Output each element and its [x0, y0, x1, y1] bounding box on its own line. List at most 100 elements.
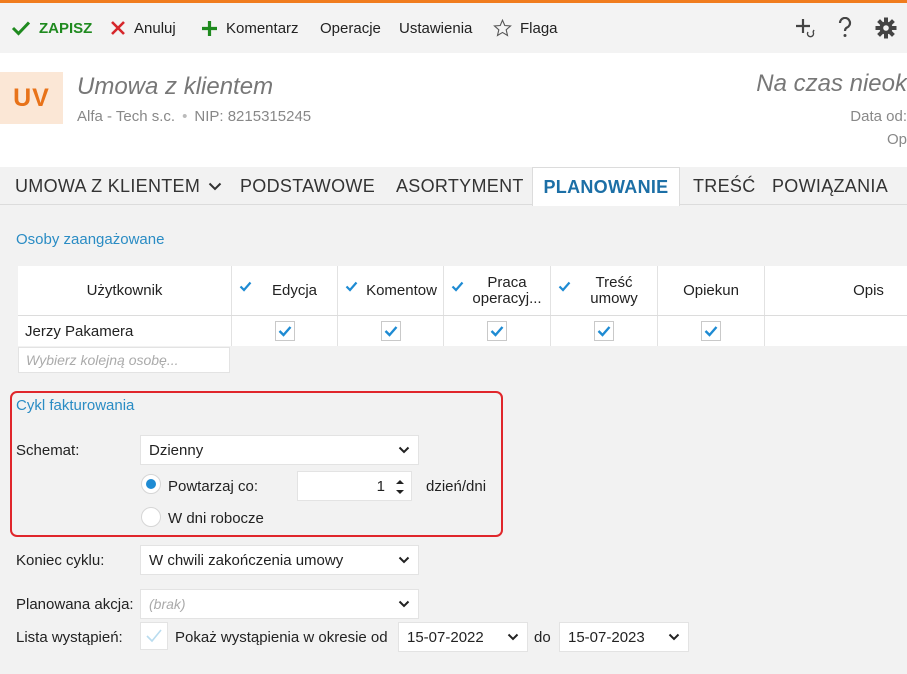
comment-label: Komentarz — [226, 19, 299, 37]
table-row-work-cell — [444, 316, 551, 346]
date-to-value: 15-07-2023 — [568, 628, 645, 646]
repeat-value: 1 — [376, 477, 385, 495]
comment-button[interactable]: Komentarz — [201, 3, 299, 53]
checkmark-icon — [146, 629, 162, 643]
planned-action-value: (brak) — [149, 596, 186, 612]
tab-label: TREŚĆ — [693, 175, 756, 196]
repeat-stepper[interactable]: 1 — [297, 471, 412, 501]
company-nip: NIP: 8215315245 — [194, 108, 312, 125]
tab-contract-with-client[interactable]: UMOWA Z KLIENTEM — [15, 167, 222, 205]
column-header-label: Opiekun — [683, 282, 739, 299]
date-from-select[interactable]: 15-07-2022 — [398, 622, 528, 652]
column-header-label: Użytkownik — [86, 282, 163, 299]
company-name[interactable]: Alfa - Tech s.c. — [77, 108, 175, 125]
column-header-content[interactable]: Treść umowy — [551, 266, 658, 316]
toolbar: ZAPISZ Anuluj Komentarz Operacje Ustawie… — [0, 3, 907, 53]
edit-checkbox[interactable] — [274, 321, 295, 341]
plus-icon — [202, 20, 217, 36]
column-header-comments[interactable]: Komentow — [338, 266, 444, 316]
date-from-value: 15-07-2022 — [407, 628, 484, 646]
column-select-all-content[interactable] — [558, 280, 571, 296]
arrow-down-icon[interactable] — [395, 487, 405, 497]
scheme-value: Dzienny — [149, 441, 204, 459]
save-label: ZAPISZ — [39, 19, 93, 37]
chevron-down-icon — [507, 633, 519, 641]
column-header-description[interactable]: Opis — [765, 266, 907, 316]
column-header-label: umowy — [590, 290, 638, 307]
date-from-label: Data od: — [850, 108, 907, 125]
workdays-radio[interactable] — [141, 507, 161, 527]
show-occurrences-checkbox[interactable] — [140, 622, 168, 650]
people-section-title: Osoby zaangażowane — [16, 231, 165, 248]
show-occurrences-label: Pokaż wystąpienia w okresie od — [175, 629, 388, 646]
separator-dot: • — [182, 108, 188, 125]
planned-action-select[interactable]: (brak) — [140, 589, 419, 619]
column-select-all-work[interactable] — [451, 280, 464, 296]
tab-bar: UMOWA Z KLIENTEM PODSTAWOWE ASORTYMENT P… — [0, 167, 907, 206]
table-row-description-cell[interactable] — [765, 316, 907, 346]
planned-action-label: Planowana akcja: — [16, 596, 134, 613]
column-header-guardian[interactable]: Opiekun — [658, 266, 765, 316]
table-row-comments-cell — [338, 316, 444, 346]
repeat-radio[interactable] — [141, 474, 161, 494]
checkmark-icon — [704, 326, 718, 337]
close-icon — [111, 21, 125, 35]
column-header-user[interactable]: Użytkownik — [18, 266, 232, 316]
guardian-checkbox[interactable] — [701, 321, 721, 341]
table-row-user[interactable]: Jerzy Pakamera — [18, 316, 232, 346]
column-select-all-comments[interactable] — [345, 280, 358, 296]
table-row-content-cell — [551, 316, 658, 346]
repeat-unit: dzień/dni — [426, 478, 487, 495]
checkmark-icon — [597, 326, 611, 337]
op-label: Op — [886, 131, 907, 148]
tab-basic[interactable]: PODSTAWOWE — [240, 167, 375, 205]
checkmark-icon — [345, 281, 358, 292]
work-checkbox[interactable] — [487, 321, 507, 341]
checkmark-icon — [278, 326, 291, 337]
scheme-label: Schemat: — [16, 442, 80, 459]
flag-button[interactable]: Flaga — [493, 3, 558, 53]
checkmark-icon — [558, 281, 571, 292]
flag-label: Flaga — [520, 19, 558, 37]
date-to-select[interactable]: 15-07-2023 — [559, 622, 689, 652]
column-header-edit[interactable]: Edycja — [232, 266, 338, 316]
operations-menu[interactable]: Operacje — [320, 3, 381, 53]
help-button[interactable] — [830, 3, 860, 53]
settings-menu[interactable]: Ustawienia — [399, 3, 472, 53]
tab-assortment[interactable]: ASORTYMENT — [396, 167, 524, 205]
comments-checkbox[interactable] — [380, 321, 401, 341]
next-person-input[interactable]: Wybierz kolejną osobę... — [18, 347, 230, 373]
cycle-end-select[interactable]: W chwili zakończenia umowy — [140, 545, 419, 575]
occurrences-label: Lista wystąpień: — [16, 629, 123, 646]
chevron-down-icon — [668, 633, 680, 641]
question-icon — [838, 17, 852, 37]
tab-label: PODSTAWOWE — [240, 175, 375, 196]
column-header-work[interactable]: Praca operacyj... — [444, 266, 551, 316]
arrow-up-icon[interactable] — [395, 477, 405, 487]
save-button[interactable]: ZAPISZ — [11, 3, 92, 53]
chevron-down-icon — [398, 600, 410, 608]
cancel-button[interactable]: Anuluj — [110, 3, 176, 53]
document-header: UV Umowa z klientem Alfa - Tech s.c. • NIP… — [0, 53, 907, 167]
operations-label: Operacje — [320, 19, 381, 37]
billing-section-title: Cykl fakturowania — [16, 397, 135, 414]
document-type-badge: UV — [0, 72, 63, 124]
chevron-down-icon — [398, 446, 410, 454]
checkmark-icon — [490, 326, 504, 337]
scheme-select[interactable]: Dzienny — [140, 435, 419, 465]
user-name: Jerzy Pakamera — [25, 322, 134, 340]
tab-content[interactable]: TREŚĆ — [693, 167, 756, 205]
tab-label: POWIĄZANIA — [772, 175, 889, 196]
column-select-all-edit[interactable] — [239, 280, 252, 296]
column-header-label: Treść — [595, 274, 633, 291]
checkmark-icon — [239, 281, 252, 292]
repeat-label: Powtarzaj co: — [168, 478, 259, 495]
settings-gear-button[interactable] — [871, 3, 901, 53]
tab-planning[interactable]: PLANOWANIE — [532, 167, 680, 206]
tab-label: UMOWA Z KLIENTEM — [15, 175, 201, 196]
add-linked-button[interactable] — [790, 3, 820, 53]
tab-relations[interactable]: POWIĄZANIA — [772, 167, 888, 205]
cancel-label: Anuluj — [134, 19, 176, 37]
content-checkbox[interactable] — [594, 321, 614, 341]
contract-period-status: Na czas nieok — [756, 70, 907, 97]
